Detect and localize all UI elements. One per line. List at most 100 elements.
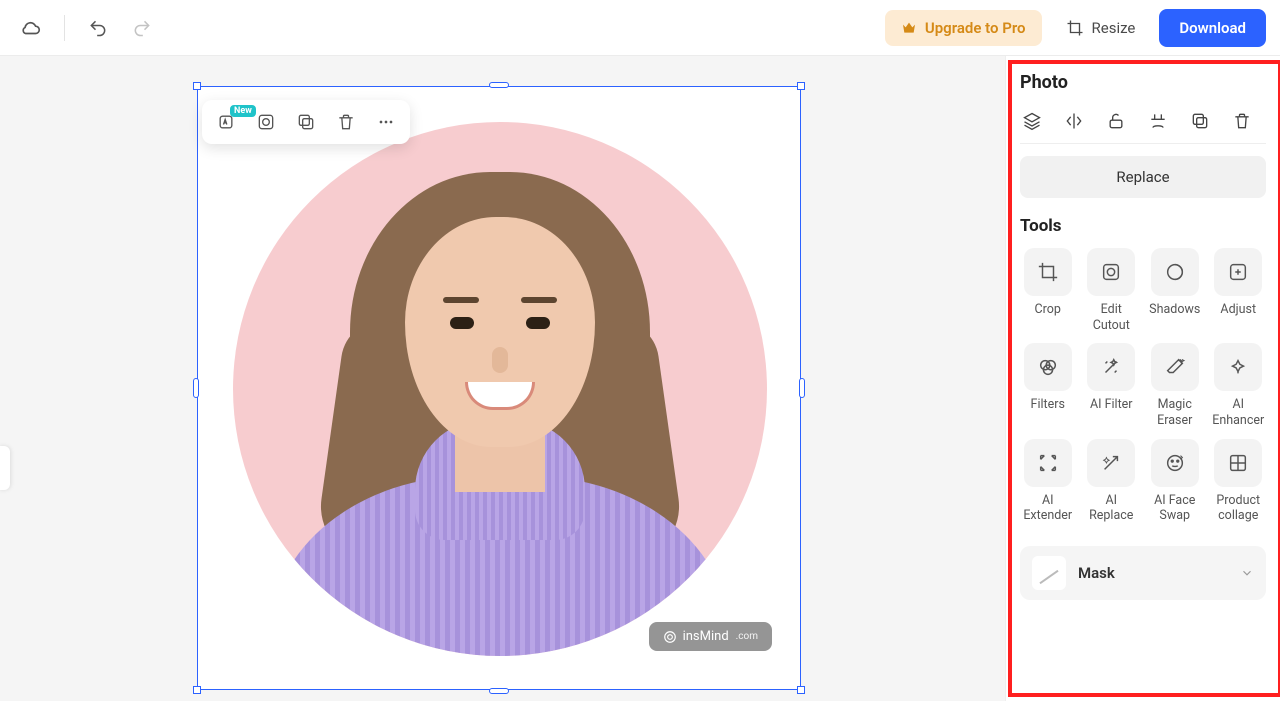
resize-label: Resize — [1092, 19, 1136, 37]
resize-handle-tl[interactable] — [193, 82, 201, 90]
tool-shadows[interactable]: Shadows — [1147, 248, 1203, 333]
person-illustration — [233, 122, 767, 656]
tool-label: Magic Eraser — [1147, 397, 1203, 428]
cutout-icon — [1100, 261, 1122, 283]
tool-ai-extender[interactable]: AI Extender — [1020, 439, 1076, 524]
layers-icon — [1022, 111, 1042, 131]
lock-button[interactable] — [1104, 109, 1128, 133]
tool-filters[interactable]: Filters — [1020, 343, 1076, 428]
undo-button[interactable] — [81, 11, 115, 45]
panel-title-tools: Tools — [1020, 216, 1266, 236]
cloud-sync-button[interactable] — [14, 11, 48, 45]
tool-label: Filters — [1031, 397, 1065, 413]
crop-icon — [1037, 261, 1059, 283]
resize-handle-right[interactable] — [799, 378, 805, 398]
adjust-icon — [1227, 261, 1249, 283]
enhance-icon — [1227, 356, 1249, 378]
redo-icon — [132, 18, 152, 38]
cutout-icon — [256, 112, 276, 132]
main-area: insMind .com New — [0, 56, 1280, 701]
tool-label: AI Replace — [1084, 493, 1140, 524]
ai-filter-icon — [1100, 356, 1122, 378]
shadows-icon — [1164, 261, 1186, 283]
resize-handle-left[interactable] — [193, 378, 199, 398]
flip-icon — [1064, 111, 1084, 131]
crown-icon — [901, 20, 917, 36]
tool-label: AI Face Swap — [1147, 493, 1203, 524]
photo-quick-actions — [1020, 105, 1266, 144]
tools-grid: Crop Edit Cutout Shadows Adjust Filters … — [1020, 248, 1266, 524]
layers-button[interactable] — [1020, 109, 1044, 133]
right-panel: Photo Replace Tools Crop Edit Cutout Sha… — [1005, 56, 1280, 701]
tool-ai-replace[interactable]: AI Replace — [1084, 439, 1140, 524]
trash-icon — [336, 112, 356, 132]
watermark-icon — [663, 630, 677, 644]
duplicate-icon — [1190, 111, 1210, 131]
brush-icon — [1148, 111, 1168, 131]
resize-handle-br[interactable] — [797, 686, 805, 694]
resize-handle-top[interactable] — [489, 82, 509, 88]
face-swap-icon — [1164, 452, 1186, 474]
undo-icon — [88, 18, 108, 38]
cloud-icon — [20, 17, 42, 39]
resize-handle-tr[interactable] — [797, 82, 805, 90]
flip-button[interactable] — [1062, 109, 1086, 133]
duplicate-button[interactable] — [292, 108, 320, 136]
extend-icon — [1037, 452, 1059, 474]
tool-label: Adjust — [1220, 302, 1256, 318]
chevron-down-icon — [1240, 566, 1254, 580]
tool-ai-filter[interactable]: AI Filter — [1084, 343, 1140, 428]
topbar-right: Upgrade to Pro Resize Download — [885, 9, 1266, 47]
tool-label: Shadows — [1149, 302, 1200, 318]
unlock-icon — [1106, 111, 1126, 131]
photo-content — [233, 122, 767, 656]
panel-title-photo: Photo — [1020, 72, 1266, 93]
crop-icon — [1066, 19, 1084, 37]
replace-label: Replace — [1116, 168, 1169, 186]
tool-label: Edit Cutout — [1084, 302, 1140, 333]
more-icon — [376, 112, 396, 132]
resize-handle-bl[interactable] — [193, 686, 201, 694]
tool-magic-eraser[interactable]: Magic Eraser — [1147, 343, 1203, 428]
tool-label: AI Filter — [1090, 397, 1133, 413]
resize-button[interactable]: Resize — [1056, 13, 1146, 43]
eraser-icon — [1164, 356, 1186, 378]
tool-ai-enhancer[interactable]: AI Enhancer — [1211, 343, 1267, 428]
duplicate-icon — [296, 112, 316, 132]
download-label: Download — [1179, 19, 1246, 37]
replace-icon — [1100, 452, 1122, 474]
edit-cutout-button[interactable] — [252, 108, 280, 136]
mask-thumbnail — [1032, 556, 1066, 590]
canvas-area[interactable]: insMind .com New — [0, 56, 1005, 701]
redo-button[interactable] — [125, 11, 159, 45]
mask-label: Mask — [1078, 564, 1228, 582]
tool-edit-cutout[interactable]: Edit Cutout — [1084, 248, 1140, 333]
tool-adjust[interactable]: Adjust — [1211, 248, 1267, 333]
upgrade-label: Upgrade to Pro — [925, 19, 1026, 37]
upgrade-button[interactable]: Upgrade to Pro — [885, 10, 1042, 46]
selected-image[interactable]: insMind .com — [197, 86, 801, 690]
resize-handle-bottom[interactable] — [489, 688, 509, 694]
context-toolbar: New — [202, 100, 410, 144]
duplicate-panel-button[interactable] — [1188, 109, 1212, 133]
watermark: insMind .com — [649, 622, 772, 651]
delete-panel-button[interactable] — [1230, 109, 1254, 133]
watermark-brand: insMind — [683, 629, 729, 644]
top-bar: Upgrade to Pro Resize Download — [0, 0, 1280, 56]
watermark-suffix: .com — [736, 631, 758, 642]
tool-crop[interactable]: Crop — [1020, 248, 1076, 333]
new-badge: New — [230, 105, 256, 117]
tool-ai-face-swap[interactable]: AI Face Swap — [1147, 439, 1203, 524]
ai-tool-button[interactable]: New — [212, 108, 240, 136]
replace-button[interactable]: Replace — [1020, 156, 1266, 198]
more-button[interactable] — [372, 108, 400, 136]
tool-product-collage[interactable]: Product collage — [1211, 439, 1267, 524]
trash-icon — [1232, 111, 1252, 131]
tool-label: AI Extender — [1020, 493, 1076, 524]
divider — [64, 15, 65, 41]
download-button[interactable]: Download — [1159, 9, 1266, 47]
style-button[interactable] — [1146, 109, 1170, 133]
delete-button[interactable] — [332, 108, 360, 136]
mask-section[interactable]: Mask — [1020, 546, 1266, 600]
tool-label: Crop — [1035, 302, 1061, 318]
